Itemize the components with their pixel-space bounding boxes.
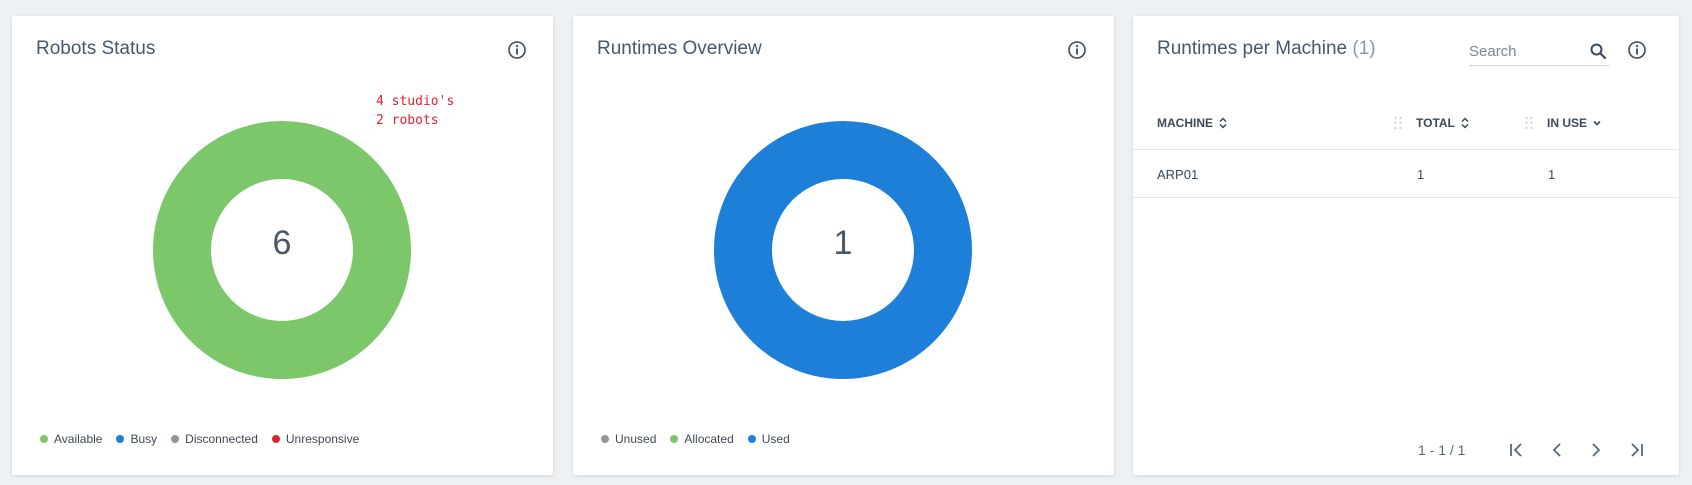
next-page-icon[interactable] <box>1586 440 1606 460</box>
column-header-total[interactable]: TOTAL <box>1416 116 1470 130</box>
column-header-label: MACHINE <box>1157 116 1213 130</box>
legend-item[interactable]: Available <box>40 432 102 446</box>
first-page-icon[interactable] <box>1507 440 1527 460</box>
last-page-icon[interactable] <box>1626 440 1646 460</box>
legend-item[interactable]: Used <box>747 432 790 446</box>
cell-total: 1 <box>1417 167 1425 182</box>
legend-label: Available <box>54 432 103 446</box>
table-row[interactable]: ARP01 1 1 <box>1133 150 1679 198</box>
runtimes-overview-title: Runtimes Overview <box>597 38 762 59</box>
legend-dot <box>670 435 679 443</box>
pagination-range: 1 - 1 / 1 <box>1418 442 1466 458</box>
robots-total-value: 6 <box>272 224 292 262</box>
runtimes-per-machine-card: Runtimes per Machine (1) MACHINE TOTAL <box>1133 16 1679 475</box>
column-header-label: IN USE <box>1547 116 1588 130</box>
robots-status-title: Robots Status <box>36 38 156 59</box>
legend-item[interactable]: Unresponsive <box>271 432 360 446</box>
legend-dot <box>116 435 125 443</box>
search-input[interactable] <box>1469 38 1581 64</box>
legend-label: Used <box>761 432 790 446</box>
legend-item[interactable]: Allocated <box>670 432 734 446</box>
search-box <box>1469 38 1609 66</box>
legend-label: Disconnected <box>185 432 258 446</box>
legend-label: Allocated <box>684 432 734 446</box>
cell-in-use: 1 <box>1548 167 1556 182</box>
machine-count: (1) <box>1352 38 1376 59</box>
sort-icon <box>1219 117 1227 129</box>
legend-item[interactable]: Busy <box>116 432 157 446</box>
cell-machine: ARP01 <box>1157 167 1199 182</box>
legend-dot <box>40 435 48 443</box>
runtimes-overview-card: Runtimes Overview 1 Unused Allocated Used <box>573 16 1114 475</box>
sort-desc-icon <box>1593 120 1601 126</box>
search-icon[interactable] <box>1589 42 1607 60</box>
table-header: MACHINE TOTAL IN USE <box>1133 96 1679 150</box>
sort-icon <box>1461 117 1469 129</box>
info-icon[interactable] <box>507 40 527 60</box>
legend-label: Unused <box>615 432 657 446</box>
legend-dot <box>601 435 609 443</box>
legend-label: Busy <box>130 432 158 446</box>
column-header-label: TOTAL <box>1416 116 1455 130</box>
legend-dot <box>171 435 180 443</box>
runtimes-per-machine-title: Runtimes per Machine (1) <box>1157 38 1376 60</box>
legend-label: Unresponsive <box>285 432 360 446</box>
runtimes-overview-legend: Unused Allocated Used <box>601 432 790 446</box>
column-header-in-use[interactable]: IN USE <box>1547 116 1602 130</box>
legend-item[interactable]: Disconnected <box>171 432 258 446</box>
runtimes-total-value: 1 <box>833 224 853 262</box>
legend-item[interactable]: Unused <box>601 432 656 446</box>
column-resize-handle[interactable] <box>1524 115 1534 131</box>
info-icon[interactable] <box>1067 40 1087 60</box>
runtimes-per-machine-title-text: Runtimes per Machine <box>1157 38 1348 59</box>
legend-dot <box>271 435 280 443</box>
robots-status-card: Robots Status 4 studio's 2 robots 6 Avai… <box>12 16 553 475</box>
robots-status-legend: Available Busy Disconnected Unresponsive <box>40 432 359 446</box>
column-resize-handle[interactable] <box>1393 115 1403 131</box>
column-header-machine[interactable]: MACHINE <box>1157 116 1228 130</box>
legend-dot <box>747 435 756 443</box>
previous-page-icon[interactable] <box>1547 440 1567 460</box>
info-icon[interactable] <box>1627 40 1647 60</box>
